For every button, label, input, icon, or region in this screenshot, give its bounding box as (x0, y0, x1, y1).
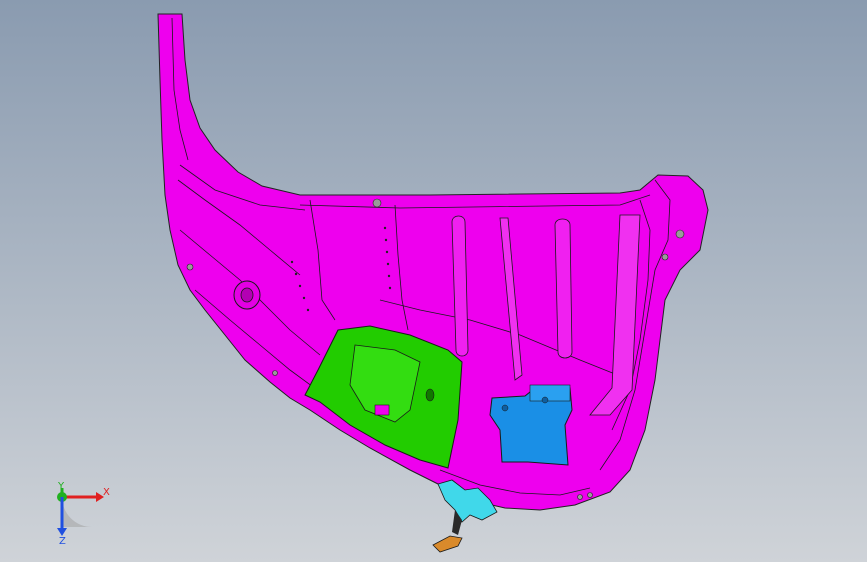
triad-x-label: X (103, 487, 110, 498)
panel-rib-2 (554, 218, 573, 359)
triad-z-label: Z (59, 536, 66, 547)
triad-y-label: Y (57, 481, 65, 492)
blue-bracket-part[interactable] (489, 384, 573, 466)
blue-bracket-hole-1 (541, 396, 549, 404)
green-bracket-slot (374, 404, 390, 416)
cad-scene[interactable]: X Y Z (0, 0, 867, 562)
panel-boss-hole (240, 287, 254, 303)
blue-bracket-flange (529, 384, 571, 402)
green-bracket-hole (425, 388, 435, 402)
model-viewport[interactable]: X Y Z (0, 0, 867, 562)
blue-bracket-hole-2 (501, 404, 509, 412)
